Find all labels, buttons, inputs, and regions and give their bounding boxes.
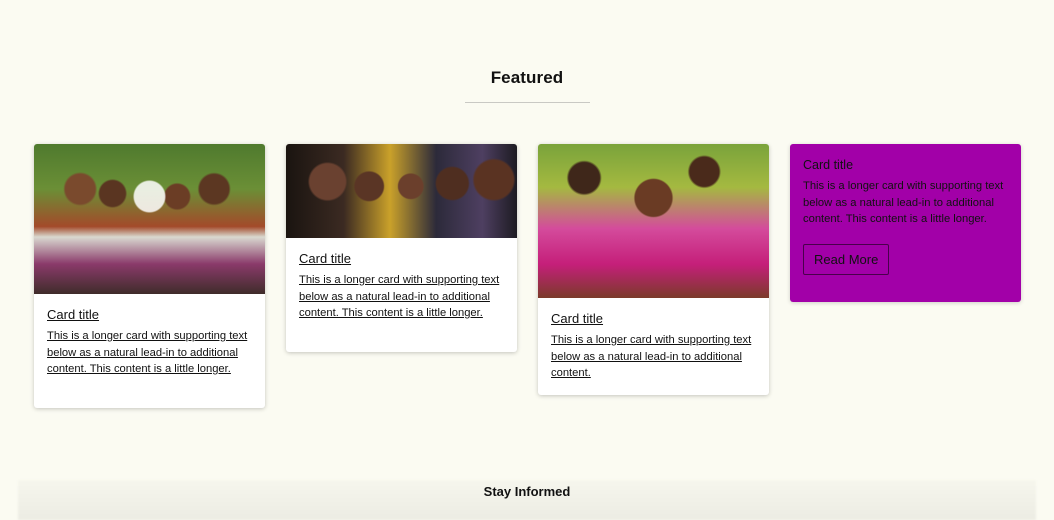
card-1-title-link[interactable]: Card title [47,307,99,322]
card-4-text: This is a longer card with supporting te… [803,180,1004,225]
card-3-image [538,144,769,298]
card-4-body: Card title This is a longer card with su… [790,144,1021,288]
card-3-title-link[interactable]: Card title [551,311,603,326]
card-1-body: Card title This is a longer card with su… [34,294,265,391]
card-3: Card title This is a longer card with su… [538,144,769,395]
card-2-image [286,144,517,238]
card-2-text-link[interactable]: This is a longer card with supporting te… [299,272,504,322]
card-2-title-link[interactable]: Card title [299,251,351,266]
card-1-image [34,144,265,294]
card-3-text-link[interactable]: This is a longer card with supporting te… [551,332,756,382]
card-3-body: Card title This is a longer card with su… [538,298,769,395]
card-2-body: Card title This is a longer card with su… [286,238,517,335]
card-4: Card title This is a longer card with su… [790,144,1021,302]
card-4-title: Card title [803,158,854,172]
card-1: Card title This is a longer card with su… [34,144,265,408]
footer-title: Stay Informed [483,484,571,499]
read-more-button[interactable]: Read More [803,243,890,275]
title-divider [465,102,590,103]
section-title: Featured [490,68,564,87]
card-2: Card title This is a longer card with su… [286,144,517,352]
card-1-text-link[interactable]: This is a longer card with supporting te… [47,328,252,378]
